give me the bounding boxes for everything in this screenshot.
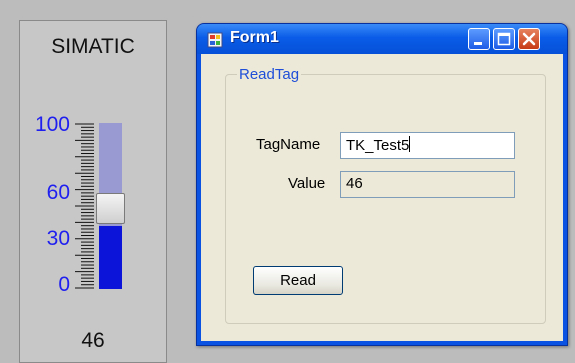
- scale-ticks: [75, 123, 94, 289]
- text-caret: [409, 136, 411, 152]
- gauge-value: 46: [81, 329, 105, 352]
- value-field: 46: [340, 171, 515, 198]
- scale-label-30: 30: [46, 227, 70, 250]
- tagname-label: TagName: [256, 136, 321, 153]
- form-contents: ReadTag TagName TK_Test5 Value 46 Read: [196, 23, 568, 346]
- slider-track-fill: [99, 225, 122, 289]
- value-label: Value: [288, 175, 326, 192]
- scale-label-100: 100: [34, 113, 70, 136]
- scale-label-60: 60: [46, 181, 70, 204]
- groupbox-label: ReadTag: [237, 66, 302, 83]
- simatic-gauge-panel: SIMATIC 100 60 30 0 46: [19, 20, 167, 363]
- tagname-input[interactable]: TK_Test5: [340, 132, 515, 159]
- scale-label-0: 0: [58, 273, 70, 296]
- gauge-title: SIMATIC: [51, 35, 135, 58]
- tagname-value: TK_Test5: [346, 137, 410, 154]
- slider-thumb[interactable]: [96, 193, 125, 224]
- read-button[interactable]: Read: [253, 266, 343, 295]
